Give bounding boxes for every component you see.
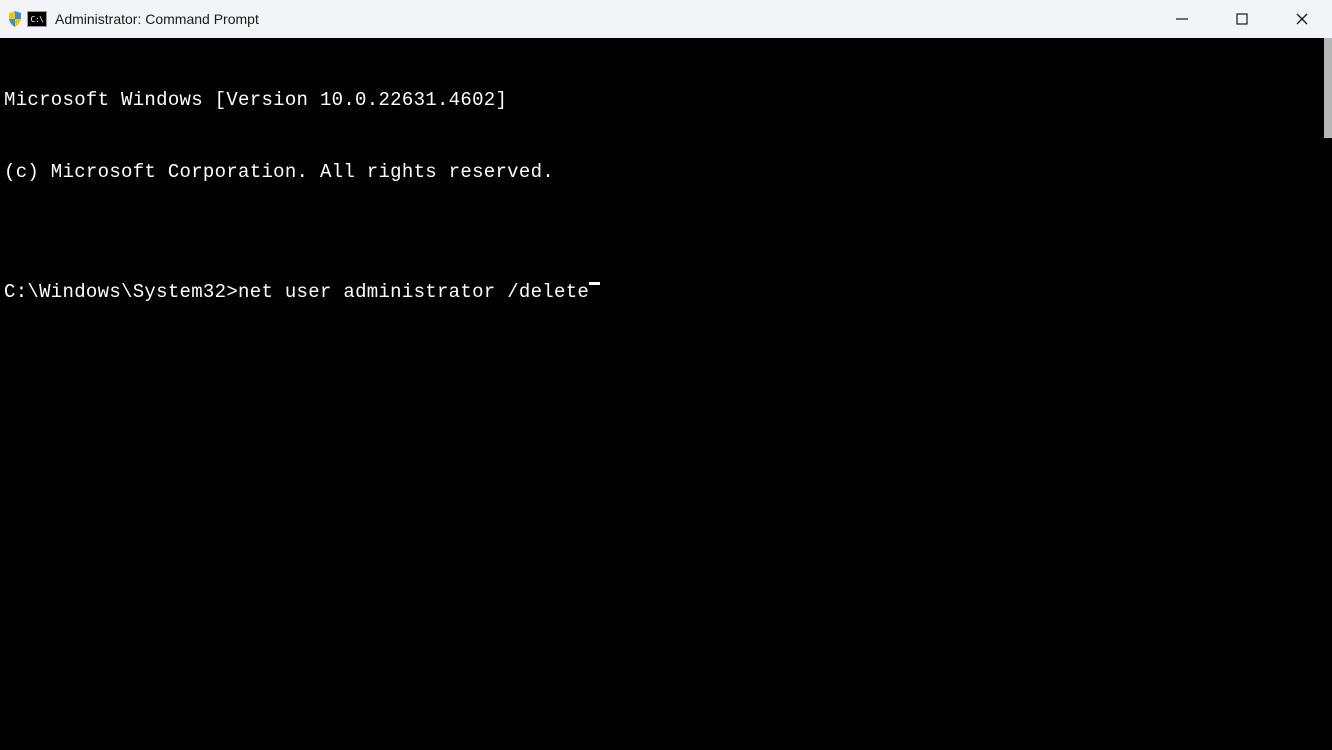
terminal-cursor xyxy=(589,282,600,285)
window-title: Administrator: Command Prompt xyxy=(55,11,259,27)
terminal-command-input[interactable]: net user administrator /delete xyxy=(238,280,589,304)
terminal-prompt: C:\Windows\System32> xyxy=(4,280,238,304)
close-button[interactable] xyxy=(1272,0,1332,38)
terminal-area[interactable]: Microsoft Windows [Version 10.0.22631.46… xyxy=(0,38,1324,750)
terminal-prompt-line: C:\Windows\System32>net user administrat… xyxy=(4,280,1320,304)
titlebar[interactable]: C:\ Administrator: Command Prompt xyxy=(0,0,1332,38)
terminal-output-line: (c) Microsoft Corporation. All rights re… xyxy=(4,160,1320,184)
terminal-output-line: Microsoft Windows [Version 10.0.22631.46… xyxy=(4,88,1320,112)
window-controls xyxy=(1152,0,1332,38)
cmd-icon: C:\ xyxy=(27,11,47,27)
scrollbar-thumb[interactable] xyxy=(1324,38,1332,138)
maximize-button[interactable] xyxy=(1212,0,1272,38)
minimize-button[interactable] xyxy=(1152,0,1212,38)
uac-shield-icon xyxy=(6,10,24,28)
